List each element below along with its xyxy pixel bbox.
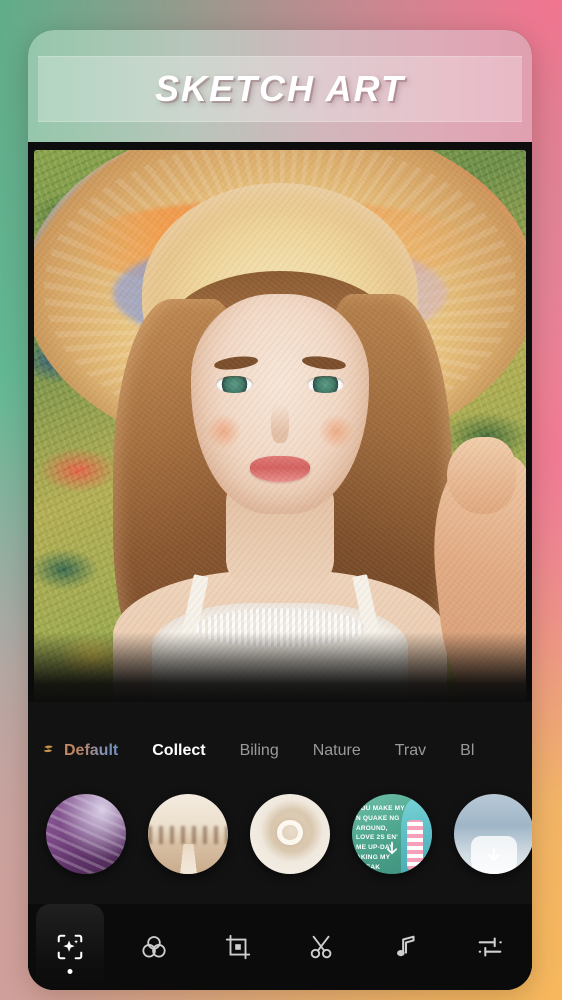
music-button[interactable] (364, 904, 448, 990)
filter-thumbnail-list[interactable]: YOU MAKE MY N QUAKE NG AROUND, LOVE 2S E… (28, 782, 532, 886)
tab-default-label: Default (64, 742, 119, 759)
thumbnail-purple-wave[interactable] (46, 794, 126, 874)
title-banner: SKETCH ART (38, 56, 522, 122)
download-badge[interactable] (471, 835, 517, 874)
tab-bl[interactable]: Bl (460, 742, 474, 760)
editor-panel: Default Collect Biling Nature Trav Bl YO… (28, 702, 532, 990)
ai-effect-button[interactable] (28, 904, 112, 990)
tab-trav[interactable]: Trav (395, 742, 426, 760)
sliders-icon (478, 937, 502, 957)
filter-category-tabs[interactable]: Default Collect Biling Nature Trav Bl (28, 734, 532, 768)
sparkle-frame-icon (57, 934, 83, 960)
crop-icon (225, 934, 251, 960)
thumbnail-ring (277, 819, 303, 846)
tab-default[interactable]: Default (40, 742, 118, 760)
tab-collect[interactable]: Collect (152, 742, 205, 760)
download-icon (483, 845, 505, 872)
crop-button[interactable] (196, 904, 280, 990)
adjust-button[interactable] (448, 904, 532, 990)
canvas-grain-overlay (34, 150, 526, 702)
thumbnail-blue-scene[interactable] (454, 794, 532, 874)
three-circles-icon (142, 936, 166, 958)
tab-trav-label: Trav (394, 742, 427, 759)
photo-bottom-fade (28, 632, 532, 702)
edited-photo[interactable] (34, 150, 526, 702)
tab-bl-label: Bl (460, 742, 475, 759)
cut-button[interactable] (280, 904, 364, 990)
thumbnail-trees (148, 826, 228, 844)
tab-nature-label: Nature (312, 742, 361, 759)
page-title: SKETCH ART (154, 68, 405, 109)
tab-collect-label: Collect (152, 742, 206, 759)
photo-canvas[interactable]: SKETCH ART (28, 30, 532, 702)
thumbnail-ring-object[interactable] (250, 794, 330, 874)
thumbnail-poster-graphic[interactable]: YOU MAKE MY N QUAKE NG AROUND, LOVE 2S E… (352, 794, 432, 874)
bottom-toolbar[interactable] (28, 904, 532, 990)
tab-nature[interactable]: Nature (313, 742, 361, 760)
filters-button[interactable] (112, 904, 196, 990)
download-icon[interactable] (382, 840, 402, 865)
thumbnail-person (401, 798, 432, 874)
app-window: SKETCH ART Default Collect Biling Nature… (28, 30, 532, 990)
music-note-icon (397, 935, 415, 957)
tab-biling[interactable]: Biling (240, 742, 279, 760)
thumbnail-road-landscape[interactable] (148, 794, 228, 874)
tab-biling-label: Biling (239, 742, 279, 759)
active-indicator-dot (67, 969, 73, 974)
scissors-icon (310, 935, 332, 959)
swirl-icon (40, 743, 57, 760)
